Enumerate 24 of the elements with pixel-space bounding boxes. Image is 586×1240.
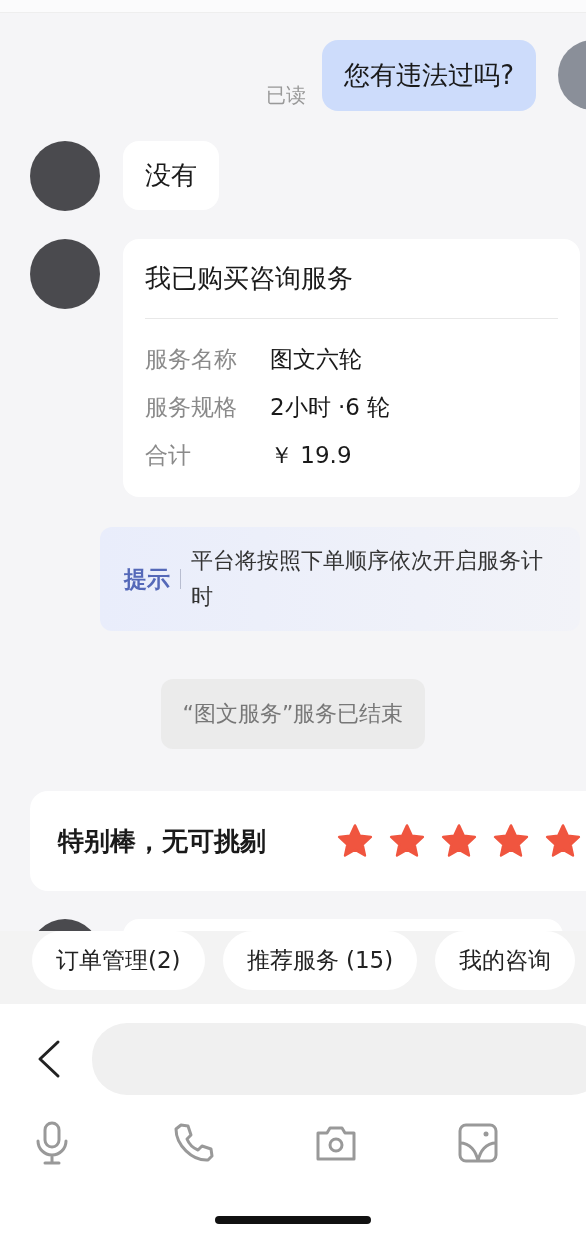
quick-action-chip[interactable]: 我的咨询 <box>435 931 576 990</box>
read-status: 已读 <box>266 82 307 109</box>
order-title: 我已购买咨询服务 <box>145 261 558 319</box>
quick-action-chip[interactable]: 订单管理(2) <box>32 931 205 990</box>
field-label: 服务名称 <box>145 345 238 374</box>
message-bubble: 您有违法过吗? <box>322 40 536 111</box>
field-value: 图文六轮 <box>270 345 362 374</box>
message-bubble: 没有 <box>123 141 219 210</box>
image-icon[interactable] <box>456 1121 500 1165</box>
system-notice: “图文服务”服务已结束 <box>160 679 426 749</box>
field-value: ￥ 19.9 <box>270 441 352 470</box>
phone-icon[interactable] <box>172 1121 216 1165</box>
star-icon[interactable] <box>440 823 478 859</box>
tip-label: 提示 <box>124 564 170 594</box>
star-icon[interactable] <box>388 823 426 859</box>
field-value: 2小时 ·6 轮 <box>270 393 391 422</box>
field-label: 合计 <box>145 441 192 470</box>
star-icon[interactable] <box>544 823 582 859</box>
star-icon[interactable] <box>492 823 530 859</box>
tip-text: 平台将按照下单顺序依次开启服务计时 <box>191 547 544 611</box>
star-icon[interactable] <box>336 823 374 859</box>
quick-action-chip[interactable]: 推荐服务 (15) <box>222 931 418 990</box>
rating-text: 特别棒，无可挑剔 <box>58 824 266 858</box>
field-label: 服务规格 <box>145 393 238 422</box>
